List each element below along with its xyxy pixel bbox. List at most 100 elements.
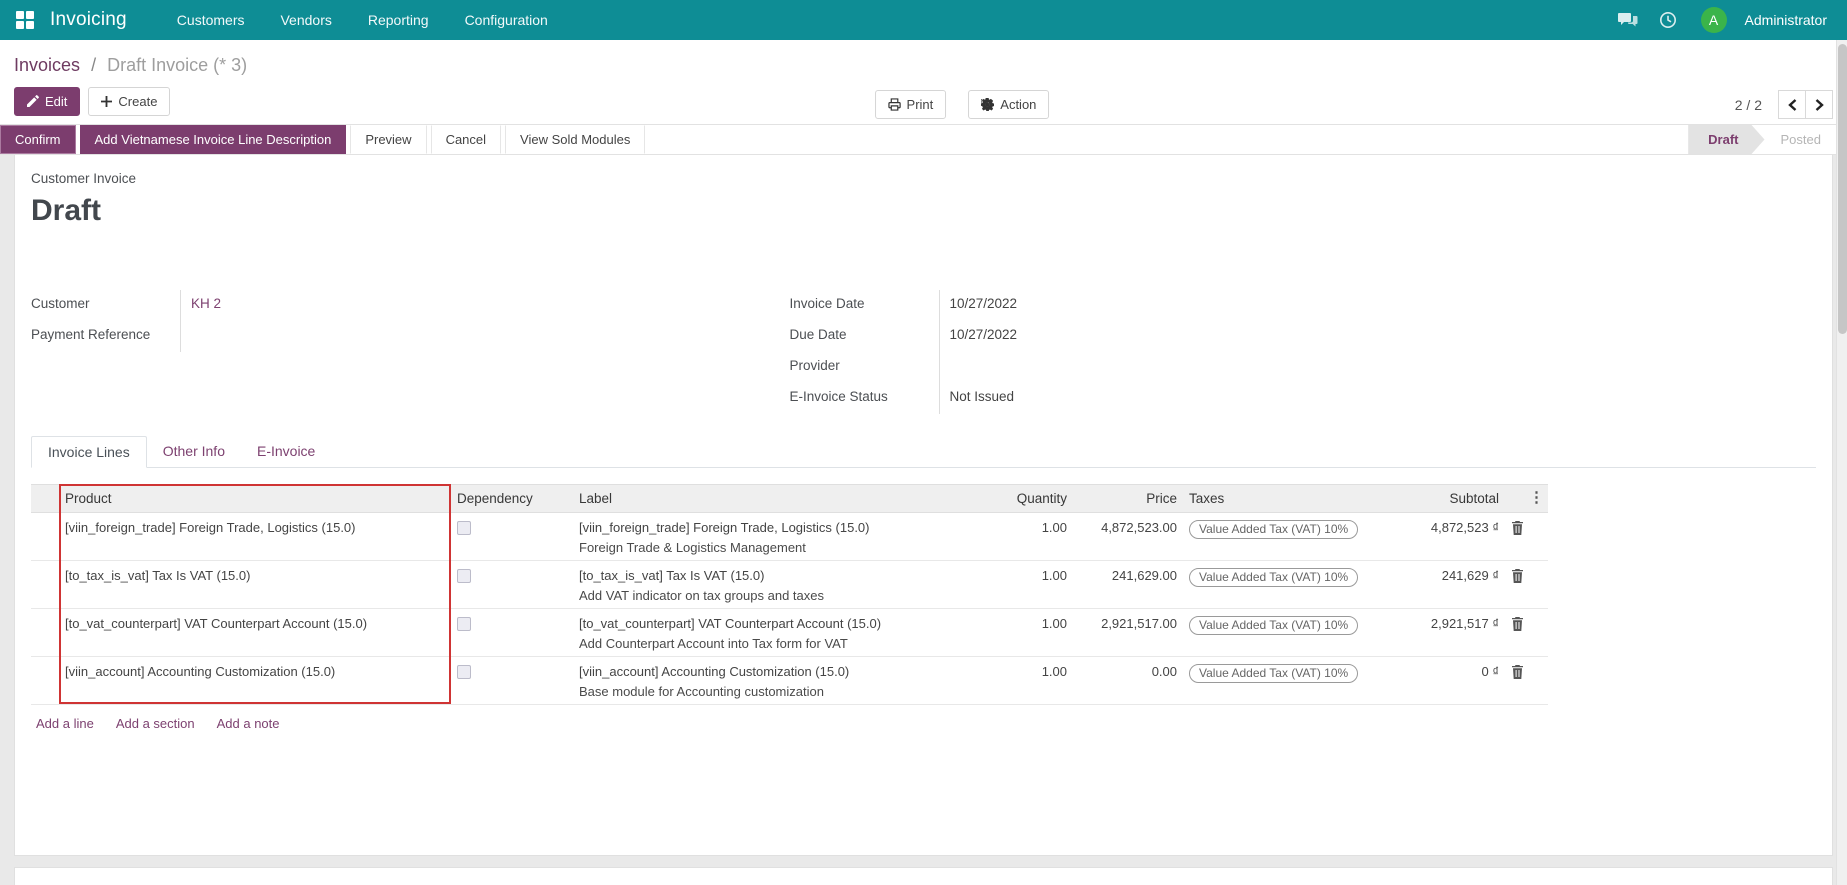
dependency-column-header[interactable]: Dependency (451, 484, 573, 513)
user-avatar[interactable]: A (1700, 7, 1727, 33)
print-button-label: Print (906, 97, 934, 112)
invoice-sheet: Customer Invoice Draft Customer KH 2 Pay… (14, 155, 1833, 856)
row-handle[interactable] (31, 560, 59, 609)
row-handle[interactable] (31, 608, 59, 657)
tab-einvoice[interactable]: E-Invoice (241, 436, 331, 468)
trash-icon[interactable] (1511, 665, 1524, 679)
price-cell[interactable]: 0.00 (1073, 656, 1183, 705)
quantity-cell[interactable]: 1.00 (973, 608, 1073, 657)
product-cell[interactable]: [viin_foreign_trade] Foreign Trade, Logi… (59, 512, 451, 561)
product-cell[interactable]: [to_vat_counterpart] VAT Counterpart Acc… (59, 608, 451, 657)
row-handle[interactable] (31, 656, 59, 705)
label-line2: Base module for Accounting customization (579, 684, 824, 699)
label-column-header[interactable]: Label (573, 484, 973, 513)
cancel-button[interactable]: Cancel (430, 125, 502, 154)
add-vietnamese-description-button[interactable]: Add Vietnamese Invoice Line Description (79, 125, 347, 154)
main-menu: Customers Vendors Reporting Configuratio… (163, 0, 562, 40)
payment-reference-value[interactable] (181, 321, 790, 352)
view-sold-modules-button[interactable]: View Sold Modules (505, 125, 646, 154)
menu-vendors[interactable]: Vendors (266, 0, 345, 40)
table-row[interactable]: [viin_account] Accounting Customization … (31, 656, 1548, 705)
optional-columns-icon[interactable]: ⋮ (1529, 490, 1544, 506)
price-cell[interactable]: 4,872,523.00 (1073, 512, 1183, 561)
quantity-cell[interactable]: 1.00 (973, 560, 1073, 609)
breadcrumb-invoices-link[interactable]: Invoices (14, 55, 80, 75)
taxes-column-header[interactable]: Taxes (1183, 484, 1393, 513)
pager-next-button[interactable] (1805, 90, 1833, 119)
label-cell[interactable]: [to_vat_counterpart] VAT Counterpart Acc… (573, 608, 973, 657)
label-line2: Foreign Trade & Logistics Management (579, 540, 806, 555)
trash-icon[interactable] (1511, 569, 1524, 583)
subtotal-column-header[interactable]: Subtotal (1393, 484, 1505, 513)
dependency-checkbox[interactable] (457, 569, 471, 583)
customer-value[interactable]: KH 2 (181, 290, 790, 321)
label-line2: Add VAT indicator on tax groups and taxe… (579, 588, 824, 603)
quantity-column-header[interactable]: Quantity (973, 484, 1073, 513)
product-column-header[interactable]: Product (59, 484, 451, 513)
taxes-cell[interactable]: Value Added Tax (VAT) 10% (1183, 656, 1393, 705)
trash-icon[interactable] (1511, 521, 1524, 535)
scrollbar-thumb[interactable] (1838, 44, 1847, 334)
dependency-checkbox[interactable] (457, 665, 471, 679)
add-a-line-link[interactable]: Add a line (36, 716, 94, 731)
table-row[interactable]: [viin_foreign_trade] Foreign Trade, Logi… (31, 512, 1548, 561)
activities-clock-icon[interactable] (1653, 5, 1683, 35)
top-navbar: Invoicing Customers Vendors Reporting Co… (0, 0, 1847, 40)
row-handle[interactable] (31, 512, 59, 561)
tax-badge[interactable]: Value Added Tax (VAT) 10% (1189, 568, 1359, 587)
provider-value[interactable] (940, 352, 1549, 383)
edit-button[interactable]: Edit (14, 86, 81, 116)
taxes-cell[interactable]: Value Added Tax (VAT) 10% (1183, 512, 1393, 561)
invoice-date-value[interactable]: 10/27/2022 (940, 290, 1549, 321)
due-date-value[interactable]: 10/27/2022 (940, 321, 1549, 352)
state-draft[interactable]: Draft (1688, 125, 1764, 154)
customer-label: Customer (31, 290, 181, 321)
gear-icon (981, 98, 995, 111)
table-row[interactable]: [to_vat_counterpart] VAT Counterpart Acc… (31, 608, 1548, 657)
user-name[interactable]: Administrator (1745, 12, 1827, 28)
menu-customers[interactable]: Customers (163, 0, 259, 40)
preview-button[interactable]: Preview (350, 125, 427, 154)
quantity-cell[interactable]: 1.00 (973, 656, 1073, 705)
action-button[interactable]: Action (968, 90, 1050, 119)
pager-previous-button[interactable] (1778, 90, 1806, 119)
label-cell[interactable]: [to_tax_is_vat] Tax Is VAT (15.0) Add VAT… (573, 560, 973, 609)
apps-menu-icon[interactable] (16, 11, 34, 29)
dependency-checkbox[interactable] (457, 521, 471, 535)
price-column-header[interactable]: Price (1073, 484, 1183, 513)
menu-reporting[interactable]: Reporting (354, 0, 443, 40)
menu-configuration[interactable]: Configuration (451, 0, 562, 40)
provider-label: Provider (790, 352, 940, 383)
vertical-scrollbar[interactable] (1836, 40, 1847, 885)
messages-icon[interactable] (1613, 5, 1643, 35)
tax-badge[interactable]: Value Added Tax (VAT) 10% (1189, 616, 1359, 635)
product-cell[interactable]: [to_tax_is_vat] Tax Is VAT (15.0) (59, 560, 451, 609)
tab-invoice-lines[interactable]: Invoice Lines (31, 436, 147, 468)
state-widget: Draft Posted (1688, 125, 1847, 154)
price-cell[interactable]: 2,921,517.00 (1073, 608, 1183, 657)
dependency-cell (451, 656, 573, 705)
confirm-button[interactable]: Confirm (0, 125, 76, 154)
price-cell[interactable]: 241,629.00 (1073, 560, 1183, 609)
trash-icon[interactable] (1511, 617, 1524, 631)
print-button[interactable]: Print (874, 90, 947, 119)
action-button-label: Action (1000, 97, 1037, 112)
delete-cell (1505, 656, 1548, 705)
create-button[interactable]: Create (88, 86, 171, 116)
tax-badge[interactable]: Value Added Tax (VAT) 10% (1189, 520, 1359, 539)
add-a-section-link[interactable]: Add a section (116, 716, 195, 731)
label-line1: [to_vat_counterpart] VAT Counterpart Acc… (579, 616, 882, 631)
tax-badge[interactable]: Value Added Tax (VAT) 10% (1189, 664, 1359, 683)
state-posted[interactable]: Posted (1765, 125, 1837, 154)
quantity-cell[interactable]: 1.00 (973, 512, 1073, 561)
taxes-cell[interactable]: Value Added Tax (VAT) 10% (1183, 608, 1393, 657)
label-cell[interactable]: [viin_foreign_trade] Foreign Trade, Logi… (573, 512, 973, 561)
product-cell[interactable]: [viin_account] Accounting Customization … (59, 656, 451, 705)
taxes-cell[interactable]: Value Added Tax (VAT) 10% (1183, 560, 1393, 609)
app-name[interactable]: Invoicing (50, 9, 127, 31)
table-row[interactable]: [to_tax_is_vat] Tax Is VAT (15.0) [to_ta… (31, 560, 1548, 609)
dependency-checkbox[interactable] (457, 617, 471, 631)
tab-other-info[interactable]: Other Info (147, 436, 241, 468)
label-cell[interactable]: [viin_account] Accounting Customization … (573, 656, 973, 705)
add-a-note-link[interactable]: Add a note (217, 716, 280, 731)
